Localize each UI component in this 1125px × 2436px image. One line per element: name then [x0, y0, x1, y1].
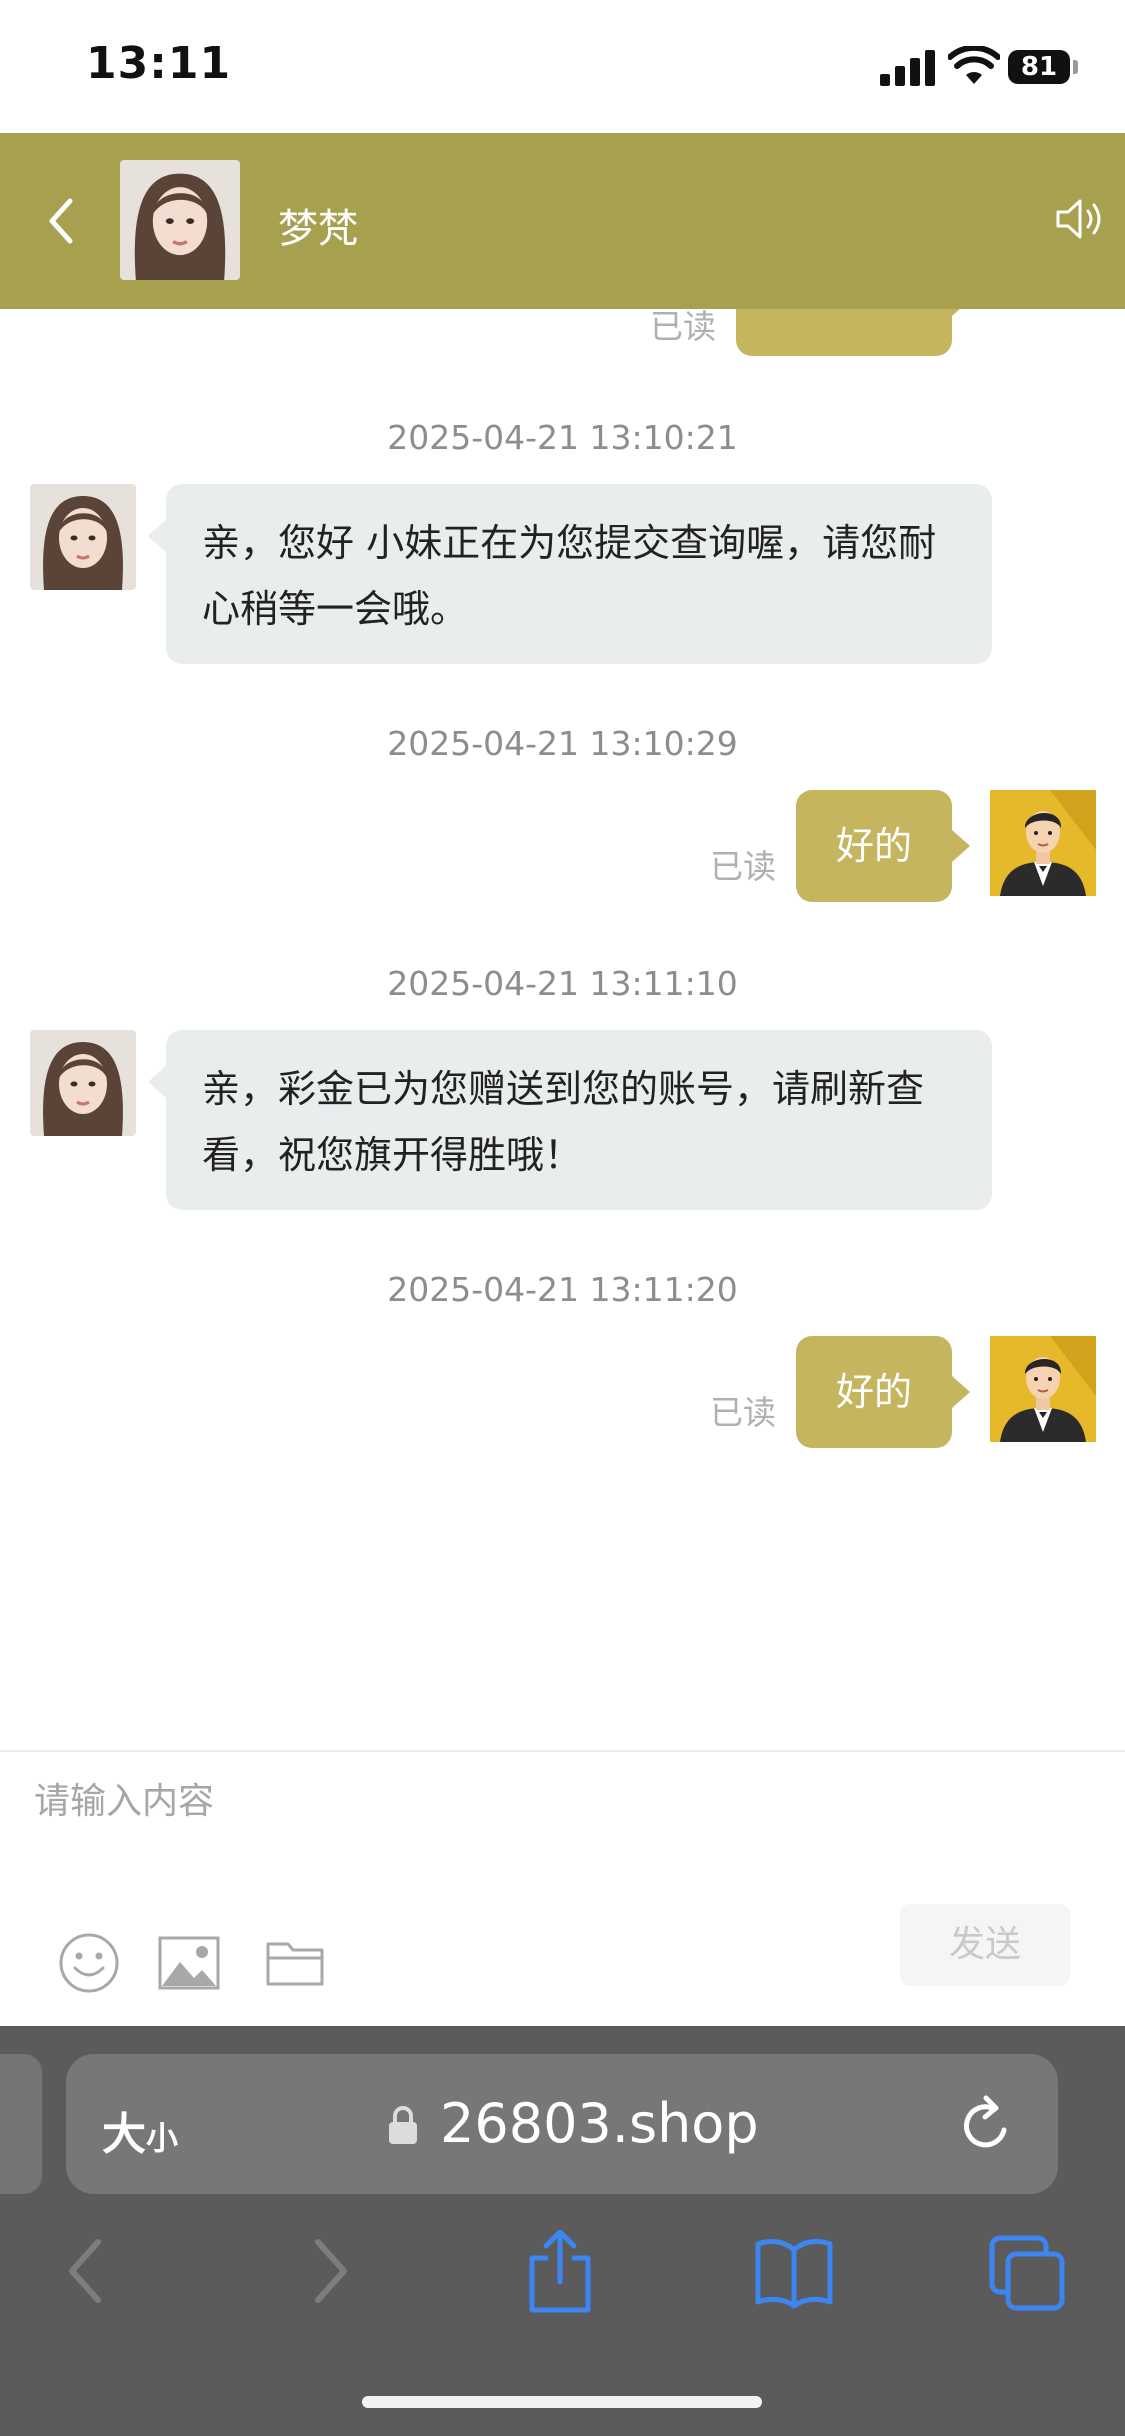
user-avatar[interactable] [990, 1336, 1096, 1442]
header-avatar[interactable] [120, 160, 240, 280]
url-text: 26803.shop [440, 2092, 759, 2155]
message-text: 好的 [835, 824, 912, 868]
status-time: 13:11 [86, 38, 232, 89]
battery-tip [1073, 60, 1078, 74]
user-avatar-icon [990, 790, 1096, 896]
chat-header: 梦梵 [0, 133, 1125, 309]
agent-avatar-icon [120, 160, 240, 280]
cellular-signal-icon [880, 48, 936, 86]
lock-icon [389, 2106, 417, 2144]
reload-icon[interactable] [958, 2094, 1016, 2156]
read-status: 已读 [710, 1393, 776, 1432]
message-bubble-outgoing[interactable]: 好的 [796, 790, 970, 902]
user-avatar[interactable] [990, 790, 1096, 896]
folder-icon[interactable] [264, 1932, 326, 1994]
message-timestamp: 2025-04-21 13:11:10 [387, 964, 738, 1003]
share-icon[interactable] [520, 2226, 600, 2316]
previous-tab-preview[interactable] [0, 2054, 42, 2194]
emoji-icon[interactable] [58, 1932, 120, 1994]
wifi-icon [948, 46, 1000, 84]
message-timestamp: 2025-04-21 13:10:21 [387, 418, 738, 457]
address-bar[interactable]: 大小 26803.shop [66, 2054, 1058, 2194]
text-size-label-small: 小 [146, 2119, 179, 2157]
forward-nav-icon[interactable] [290, 2226, 370, 2316]
text-size-label: 大 [102, 2109, 146, 2160]
speaker-icon[interactable] [1052, 193, 1104, 245]
text-size-button[interactable]: 大小 [102, 2098, 178, 2162]
home-indicator[interactable] [362, 2396, 762, 2408]
browser-toolbar: 大小 26803.shop [0, 2026, 1125, 2436]
agent-avatar-icon [30, 484, 136, 590]
agent-avatar-icon [30, 1030, 136, 1136]
message-text: 亲，您好 小妹正在为您提交查询喔，请您耐心稍等一会哦。 [202, 521, 937, 631]
message-bubble-outgoing[interactable]: 好的 [796, 1336, 970, 1448]
composer: 发送 [0, 1750, 1125, 2028]
contact-name: 梦梵 [278, 206, 358, 252]
message-bubble-incoming[interactable]: 亲，彩金已为您赠送到您的账号，请刷新查看，祝您旗开得胜哦！ [148, 1030, 992, 1210]
message-bubble-incoming[interactable]: 亲，您好 小妹正在为您提交查询喔，请您耐心稍等一会哦。 [148, 484, 992, 664]
send-button[interactable]: 发送 [900, 1904, 1070, 1986]
agent-avatar[interactable] [30, 1030, 136, 1136]
chat-area[interactable]: 已读 pg0001 2025-04-21 13:10:21 亲，您好 小妹正在为… [0, 250, 1125, 1750]
tabs-icon[interactable] [988, 2226, 1068, 2316]
back-nav-icon[interactable] [46, 2226, 126, 2316]
message-input[interactable] [32, 1780, 886, 1823]
message-timestamp: 2025-04-21 13:11:20 [387, 1270, 738, 1309]
user-avatar-icon [990, 1336, 1096, 1442]
status-bar: 13:11 81 [0, 0, 1125, 133]
image-icon[interactable] [158, 1932, 220, 1994]
message-timestamp: 2025-04-21 13:10:29 [387, 724, 738, 763]
back-arrow-icon[interactable] [36, 191, 86, 251]
read-status: 已读 [710, 847, 776, 886]
agent-avatar[interactable] [30, 484, 136, 590]
battery-icon: 81 [1008, 50, 1070, 84]
message-text: 好的 [835, 1370, 912, 1414]
bookmarks-icon[interactable] [754, 2226, 834, 2316]
message-text: 亲，彩金已为您赠送到您的账号，请刷新查看，祝您旗开得胜哦！ [202, 1067, 925, 1177]
